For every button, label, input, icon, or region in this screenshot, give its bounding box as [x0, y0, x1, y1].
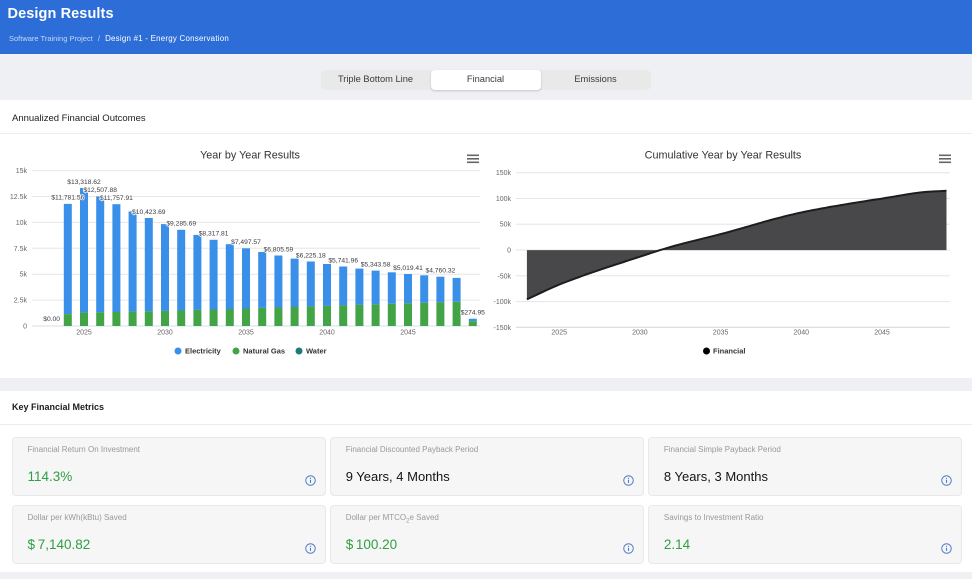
svg-text:$4,760.32: $4,760.32 [426, 268, 456, 275]
svg-text:$11,757.91: $11,757.91 [100, 195, 133, 202]
svg-text:$11,781.56: $11,781.56 [51, 195, 84, 202]
svg-text:2035: 2035 [238, 330, 254, 337]
svg-text:Year by Year Results: Year by Year Results [200, 150, 300, 162]
svg-text:0: 0 [23, 324, 27, 331]
svg-text:Natural Gas: Natural Gas [243, 347, 285, 356]
svg-text:7.5k: 7.5k [14, 246, 28, 253]
svg-text:Water: Water [306, 347, 327, 356]
svg-text:$6,225.18: $6,225.18 [296, 252, 326, 259]
svg-text:$13,318.62: $13,318.62 [67, 179, 101, 186]
svg-text:Electricity: Electricity [185, 347, 222, 356]
svg-text:$9,285.69: $9,285.69 [166, 221, 196, 228]
svg-text:$0.00: $0.00 [43, 316, 60, 323]
svg-text:-50k: -50k [497, 273, 511, 280]
svg-text:2045: 2045 [400, 330, 416, 337]
svg-text:5k: 5k [20, 272, 28, 279]
svg-text:12.5k: 12.5k [10, 194, 28, 201]
svg-text:$8,317.81: $8,317.81 [199, 231, 229, 238]
svg-text:Cumulative Year by Year Result: Cumulative Year by Year Results [645, 150, 802, 162]
svg-text:2045: 2045 [874, 330, 890, 337]
svg-text:0: 0 [507, 248, 511, 255]
svg-text:2040: 2040 [319, 330, 335, 337]
svg-text:$12,507.88: $12,507.88 [83, 187, 117, 194]
svg-text:-100k: -100k [493, 299, 511, 306]
svg-text:$10,423.69: $10,423.69 [132, 209, 166, 216]
svg-text:15k: 15k [16, 168, 28, 175]
svg-text:10k: 10k [16, 220, 28, 227]
svg-text:2025: 2025 [76, 330, 92, 337]
svg-text:2035: 2035 [713, 330, 729, 337]
svg-text:2030: 2030 [157, 330, 173, 337]
svg-text:150k: 150k [496, 170, 512, 177]
svg-text:2040: 2040 [794, 330, 810, 337]
svg-text:100k: 100k [496, 196, 512, 203]
svg-text:2030: 2030 [632, 330, 648, 337]
svg-text:$7,497.57: $7,497.57 [231, 239, 261, 246]
svg-text:Financial: Financial [713, 347, 746, 356]
svg-text:2.5k: 2.5k [14, 298, 28, 305]
svg-text:-150k: -150k [493, 325, 511, 332]
svg-text:$5,741.96: $5,741.96 [328, 257, 358, 264]
svg-text:$5,343.58: $5,343.58 [361, 261, 391, 268]
svg-text:50k: 50k [500, 222, 512, 229]
svg-text:$5,019.41: $5,019.41 [393, 265, 423, 272]
svg-text:$274.95: $274.95 [461, 310, 485, 317]
svg-text:$6,805.59: $6,805.59 [264, 246, 294, 253]
svg-text:2025: 2025 [551, 330, 567, 337]
